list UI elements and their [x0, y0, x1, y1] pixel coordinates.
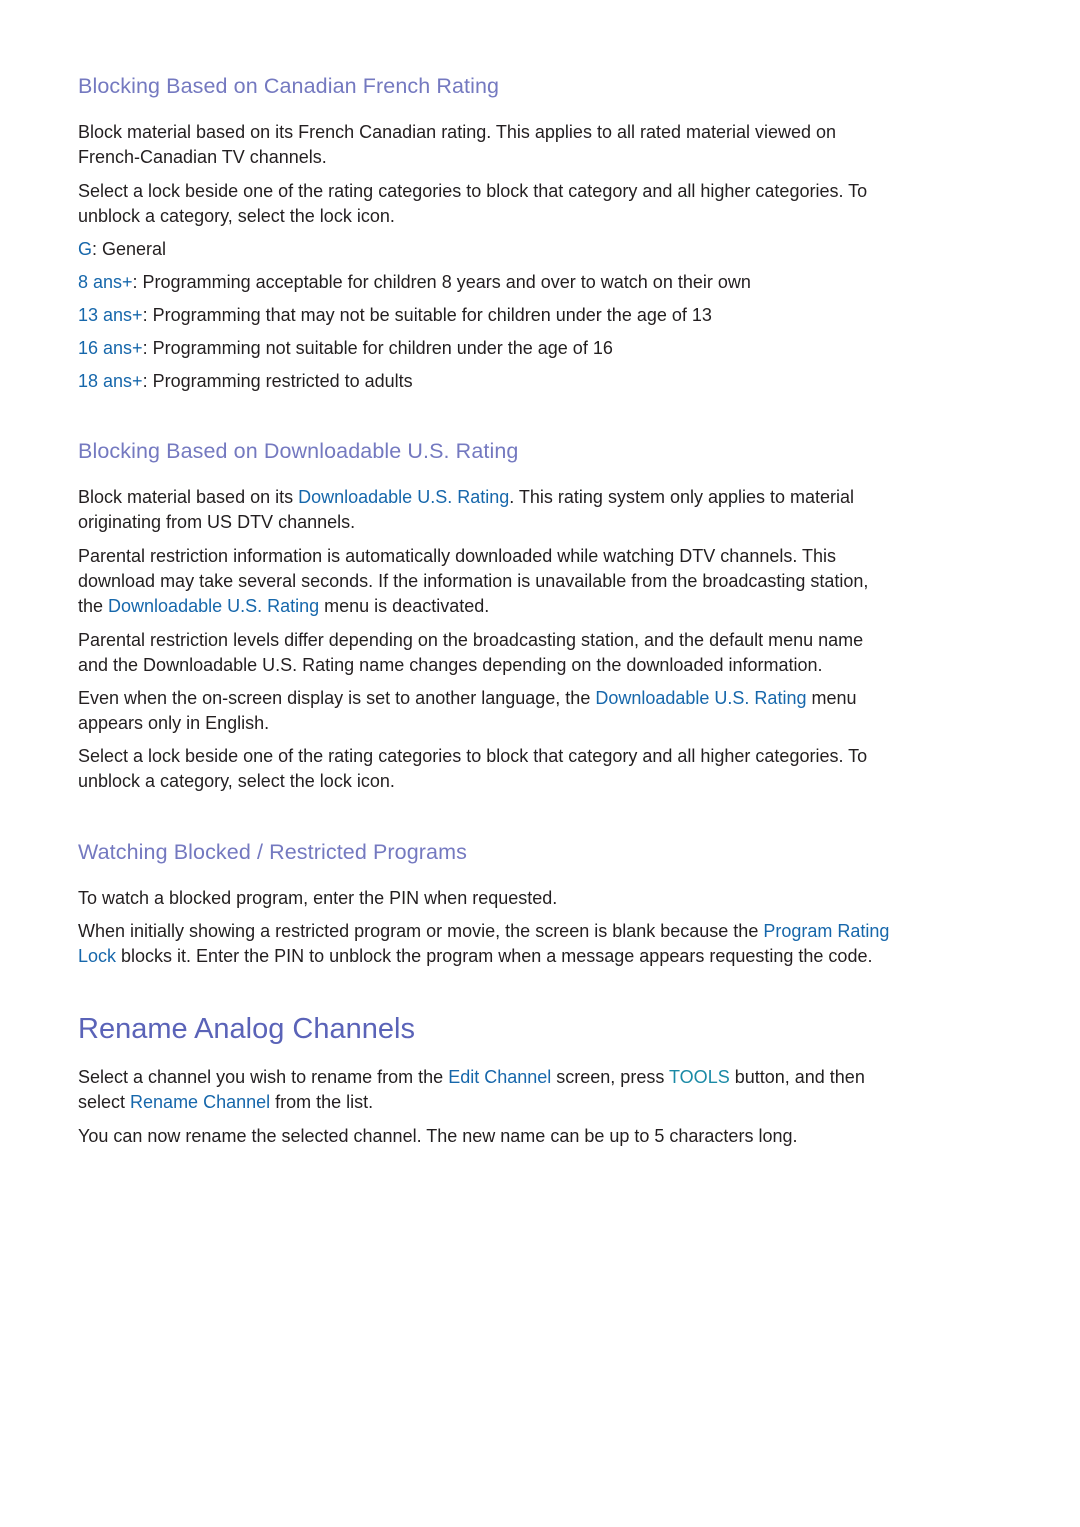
rating-item-13-ans: 13 ans+: Programming that may not be sui… [78, 303, 1003, 328]
rating-code: 18 ans+ [78, 371, 143, 391]
menu-ref-downloadable-us-rating: Downloadable U.S. Rating [108, 596, 320, 616]
paragraph-downloadable-intro: Block material based on its Downloadable… [78, 487, 855, 532]
paragraph-rename-instructions: Select a channel you wish to rename from… [78, 1067, 865, 1112]
rating-desc: : Programming that may not be suitable f… [142, 305, 712, 325]
heading-canadian-french-rating: Blocking Based on Canadian French Rating [78, 74, 500, 98]
paragraph-rename-length: You can now rename the selected channel.… [78, 1126, 798, 1146]
menu-ref-downloadable-us-rating: Downloadable U.S. Rating [595, 688, 807, 708]
paragraph-restricted-program: When initially showing a restricted prog… [78, 921, 890, 966]
rating-desc: : Programming not suitable for children … [142, 338, 613, 358]
paragraph-enter-pin: To watch a blocked program, enter the PI… [78, 888, 558, 908]
menu-ref-program-rating-lock-cont: Lock [78, 946, 117, 966]
rating-desc: : Programming restricted to adults [142, 371, 413, 391]
menu-ref-edit-channel: Edit Channel [448, 1067, 552, 1087]
heading-watching-blocked: Watching Blocked / Restricted Programs [78, 840, 467, 864]
paragraph-canadian-lock: Select a lock beside one of the rating c… [78, 181, 868, 226]
rating-desc: : Programming acceptable for children 8 … [132, 272, 751, 292]
menu-ref-program-rating-lock: Program Rating [763, 921, 890, 941]
paragraph-english-only: Even when the on-screen display is set t… [78, 688, 857, 733]
rating-code: G [78, 239, 93, 259]
title-rename-analog-channels: Rename Analog Channels [78, 1013, 415, 1045]
paragraph-download-info: Parental restriction information is auto… [78, 546, 869, 616]
paragraph-restriction-levels: Parental restriction levels differ depen… [78, 630, 864, 675]
rating-item-16-ans: 16 ans+: Programming not suitable for ch… [78, 336, 1003, 361]
rating-item-18-ans: 18 ans+: Programming restricted to adult… [78, 369, 1003, 394]
paragraph-downloadable-lock: Select a lock beside one of the rating c… [78, 746, 868, 791]
menu-ref-downloadable-us-rating: Downloadable U.S. Rating [298, 487, 510, 507]
rating-code: 8 ans+ [78, 272, 133, 292]
rating-item-g: G: General [78, 237, 1003, 262]
heading-downloadable-us-rating: Blocking Based on Downloadable U.S. Rati… [78, 439, 519, 463]
rating-code: 13 ans+ [78, 305, 143, 325]
rating-item-8-ans: 8 ans+: Programming acceptable for child… [78, 270, 1003, 295]
paragraph-canadian-intro: Block material based on its French Canad… [78, 122, 837, 167]
rating-desc: : General [92, 239, 167, 259]
menu-ref-rename-channel: Rename Channel [130, 1092, 271, 1112]
remote-button-tools: TOOLS [669, 1067, 730, 1087]
rating-code: 16 ans+ [78, 338, 143, 358]
